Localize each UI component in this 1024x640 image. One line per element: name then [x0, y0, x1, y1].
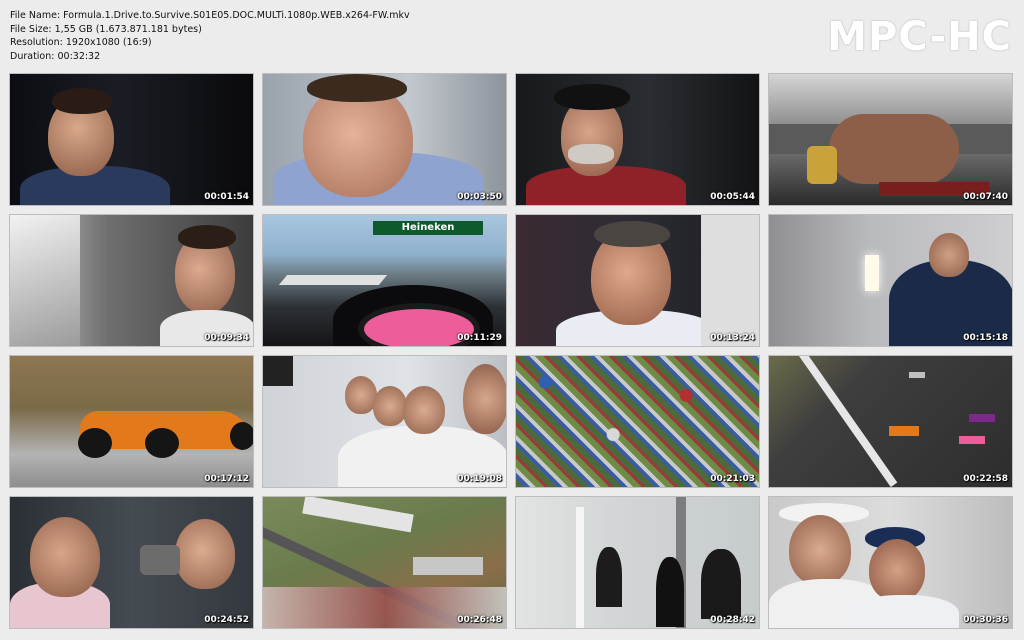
thumbnail: 00:09:34	[9, 214, 254, 347]
scene-image	[769, 215, 1012, 346]
scene-image	[263, 356, 506, 487]
file-size: File Size: 1,55 GB (1.673.871.181 bytes)	[10, 23, 202, 35]
timestamp: 00:13:24	[710, 333, 755, 343]
timestamp: 00:22:58	[963, 474, 1008, 484]
scene-image	[10, 497, 253, 628]
scene-image	[516, 497, 759, 628]
timestamp: 00:05:44	[710, 192, 755, 202]
scene-image	[516, 356, 759, 487]
timestamp: 00:28:42	[710, 615, 755, 625]
thumbnail: 00:21:03	[515, 355, 760, 488]
scene-image	[263, 74, 506, 205]
scene-image	[769, 74, 1012, 205]
thumbnail: Heineken 00:11:29	[262, 214, 507, 347]
file-name: File Name: Formula.1.Drive.to.Survive.S0…	[10, 10, 410, 21]
mpc-hc-logo: MPC-HC	[827, 14, 1012, 60]
scene-image	[10, 215, 253, 346]
thumbnail: 00:19:08	[262, 355, 507, 488]
thumbnail: 00:28:42	[515, 496, 760, 629]
scene-image: Heineken	[263, 215, 506, 346]
thumbnail-grid: 00:01:54 00:03:50 00:05:44 00:07:40 00:0…	[9, 73, 1013, 629]
timestamp: 00:17:12	[204, 474, 249, 484]
thumbnail: 00:01:54	[9, 73, 254, 206]
timestamp: 00:11:29	[457, 333, 502, 343]
thumbnail: 00:07:40	[768, 73, 1013, 206]
timestamp: 00:15:18	[963, 333, 1008, 343]
timestamp: 00:24:52	[204, 615, 249, 625]
timestamp: 00:01:54	[204, 192, 249, 202]
file-info: File Name: Formula.1.Drive.to.Survive.S0…	[10, 9, 410, 63]
timestamp: 00:26:48	[457, 615, 502, 625]
scene-image	[769, 356, 1012, 487]
scene-image	[516, 215, 759, 346]
thumbnail: 00:30:36	[768, 496, 1013, 629]
scene-image	[10, 74, 253, 205]
resolution: Resolution: 1920x1080 (16:9)	[10, 37, 152, 48]
thumbnail: 00:24:52	[9, 496, 254, 629]
thumbnail: 00:22:58	[768, 355, 1013, 488]
scene-image	[516, 74, 759, 205]
scene-image	[769, 497, 1012, 628]
timestamp: 00:07:40	[963, 192, 1008, 202]
thumbnail: 00:15:18	[768, 214, 1013, 347]
timestamp: 00:03:50	[457, 192, 502, 202]
timestamp: 00:21:03	[710, 474, 755, 484]
duration: Duration: 00:32:32	[10, 50, 101, 62]
thumbnail: 00:03:50	[262, 73, 507, 206]
thumbnail: 00:26:48	[262, 496, 507, 629]
timestamp: 00:09:34	[204, 333, 249, 343]
scene-image	[263, 497, 506, 628]
thumbnail: 00:17:12	[9, 355, 254, 488]
thumbnail: 00:05:44	[515, 73, 760, 206]
timestamp: 00:30:36	[963, 615, 1008, 625]
timestamp: 00:19:08	[457, 474, 502, 484]
scene-image	[10, 356, 253, 487]
thumbnail: 00:13:24	[515, 214, 760, 347]
